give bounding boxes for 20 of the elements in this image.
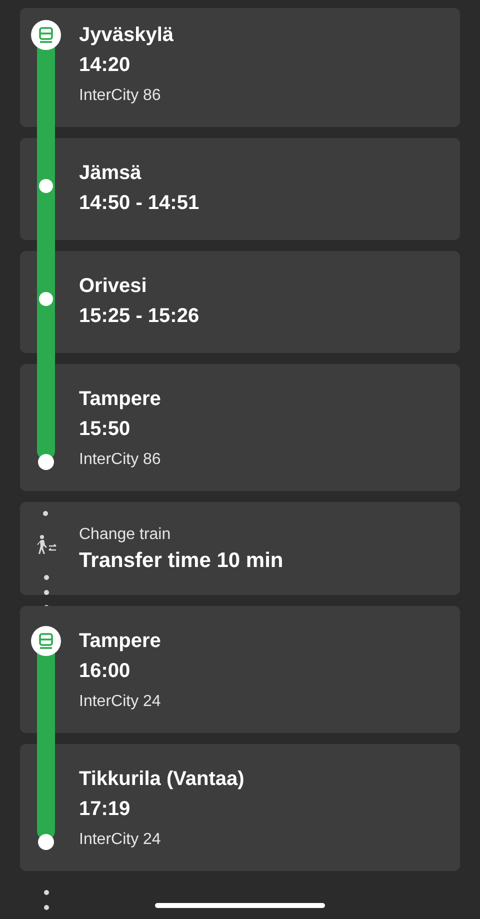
station-name: Orivesi	[79, 274, 148, 299]
station-name: Jyväskylä	[79, 23, 175, 48]
station-name: Tikkurila (Vantaa)	[79, 767, 246, 792]
transfer-time: Transfer time 10 min	[79, 548, 284, 574]
stop-time: 15:50	[79, 417, 132, 442]
stop-card[interactable]: Jyväskylä 14:20 InterCity 86	[20, 8, 460, 127]
stop-time: 14:50 - 14:51	[79, 191, 200, 216]
train-name: InterCity 24	[79, 692, 162, 712]
station-name: Jämsä	[79, 161, 142, 186]
station-name: Tampere	[79, 387, 162, 412]
station-name: Tampere	[79, 629, 162, 654]
stop-card[interactable]: Tampere 16:00 InterCity 24	[20, 606, 460, 733]
train-name: InterCity 24	[79, 830, 162, 850]
stop-time: 17:19	[79, 797, 132, 822]
train-name: InterCity 86	[79, 450, 162, 470]
stop-time: 15:25 - 15:26	[79, 304, 200, 329]
train-name: InterCity 86	[79, 86, 162, 106]
stop-time: 16:00	[79, 659, 132, 684]
stop-time: 14:20	[79, 53, 132, 78]
change-label: Change train	[79, 525, 172, 545]
